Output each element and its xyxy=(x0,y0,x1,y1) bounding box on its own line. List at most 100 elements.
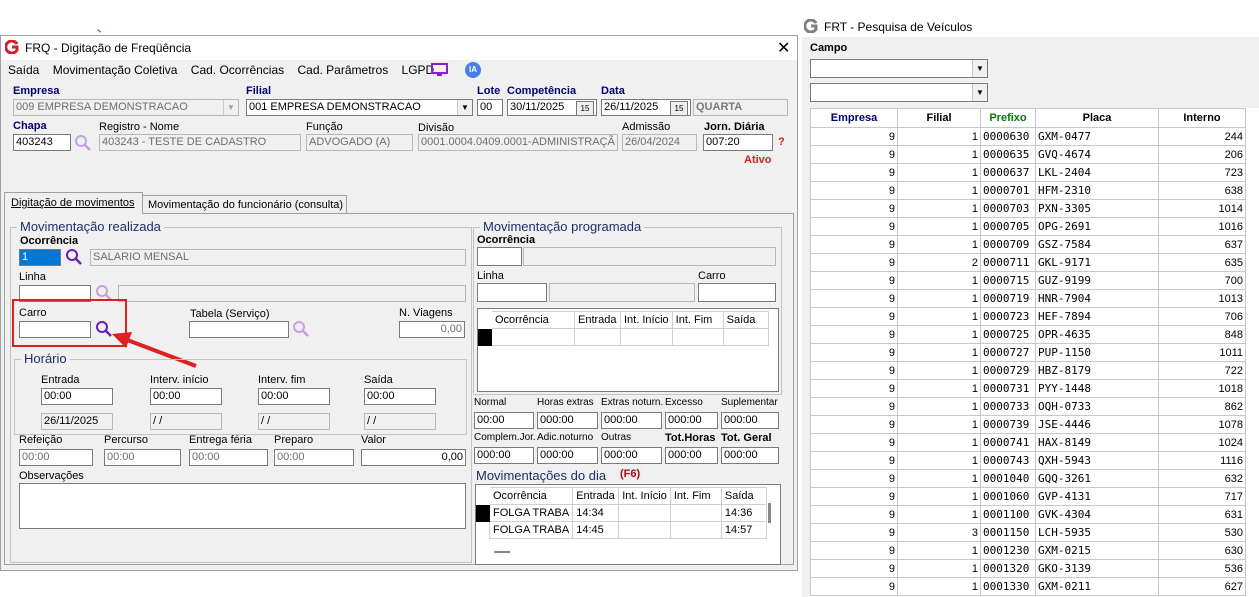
scrollbar[interactable] xyxy=(768,503,771,523)
table-cell[interactable]: 1 xyxy=(897,145,981,164)
observacoes-textarea[interactable] xyxy=(19,483,466,529)
table-cell[interactable]: 1 xyxy=(897,433,981,452)
table-cell[interactable]: 9 xyxy=(810,253,898,272)
table-cell[interactable]: 0001320 xyxy=(980,559,1036,578)
table-row[interactable]: 9 1 0000723 HEF-7894 706 xyxy=(810,307,1246,326)
table-row[interactable]: 9 1 0001330 GXM-0211 627 xyxy=(810,577,1246,596)
table-cell[interactable]: 9 xyxy=(810,325,898,344)
table-cell[interactable]: 1 xyxy=(897,379,981,398)
table-cell[interactable]: 637 xyxy=(1158,235,1246,254)
table-cell[interactable]: 9 xyxy=(810,415,898,434)
table-cell[interactable]: HEF-7894 xyxy=(1035,307,1159,326)
table-cell[interactable]: GXM-0215 xyxy=(1035,541,1159,560)
percurso-input[interactable]: 00:00 xyxy=(104,449,181,466)
calendar-icon[interactable]: 15 xyxy=(670,101,688,115)
table-cell[interactable] xyxy=(671,328,724,346)
table-cell[interactable]: 9 xyxy=(810,181,898,200)
table-cell[interactable]: HBZ-8179 xyxy=(1035,361,1159,380)
data-input[interactable]: 26/11/2025 15 xyxy=(601,99,691,116)
search-icon[interactable] xyxy=(65,248,83,266)
table-cell[interactable]: 9 xyxy=(810,379,898,398)
dia-col-entrada[interactable]: Entrada xyxy=(572,487,620,505)
tab-digitacao[interactable]: Digitação de movimentos xyxy=(4,192,143,214)
jornada-input[interactable]: 007:20 xyxy=(703,134,773,151)
table-cell[interactable] xyxy=(620,328,673,346)
table-cell[interactable]: 9 xyxy=(810,541,898,560)
menu-cad-parametros[interactable]: Cad. Parâmetros xyxy=(298,63,389,77)
table-cell[interactable]: 1 xyxy=(897,343,981,362)
table-cell[interactable]: 14:36 xyxy=(720,504,767,522)
valor-input[interactable]: 0,00 xyxy=(361,449,466,466)
table-cell[interactable]: 0000723 xyxy=(980,307,1036,326)
table-cell[interactable]: PXN-3305 xyxy=(1035,199,1159,218)
table-cell[interactable]: 9 xyxy=(810,577,898,596)
table-cell[interactable]: 9 xyxy=(810,235,898,254)
table-row[interactable]: 9 1 0000725 OPR-4635 848 xyxy=(810,325,1246,344)
table-cell[interactable]: 0000715 xyxy=(980,271,1036,290)
table-cell[interactable]: 1 xyxy=(897,307,981,326)
table-cell[interactable]: 0000637 xyxy=(980,163,1036,182)
table-cell[interactable]: 1 xyxy=(897,559,981,578)
table-cell[interactable]: 244 xyxy=(1158,127,1246,146)
saida-input[interactable]: 00:00 xyxy=(364,388,436,405)
filial-select[interactable]: 001 EMPRESA DEMONSTRACAO ▼ xyxy=(246,99,473,116)
close-icon[interactable]: ✕ xyxy=(777,38,790,58)
table-cell[interactable]: 638 xyxy=(1158,181,1246,200)
chapa-input[interactable]: 403243 xyxy=(13,134,71,151)
table-cell[interactable]: 1116 xyxy=(1158,451,1246,470)
table-row[interactable]: 9 1 0001040 GQQ-3261 632 xyxy=(810,469,1246,488)
table-row[interactable]: 9 1 0000741 HAX-8149 1024 xyxy=(810,433,1246,452)
table-cell[interactable]: 0000705 xyxy=(980,217,1036,236)
table-cell[interactable]: 0000703 xyxy=(980,199,1036,218)
table-cell[interactable]: JSE-4446 xyxy=(1035,415,1159,434)
table-cell[interactable]: 0001100 xyxy=(980,505,1036,524)
prog-carro-input[interactable] xyxy=(698,283,776,302)
table-row[interactable]: 9 3 0001150 LCH-5935 530 xyxy=(810,523,1246,542)
table-cell[interactable]: 700 xyxy=(1158,271,1246,290)
prog-col-int-fim[interactable]: Int. Fim xyxy=(671,311,724,329)
table-cell[interactable] xyxy=(491,328,575,346)
table-cell[interactable] xyxy=(669,504,722,522)
viagens-input[interactable]: 0,00 xyxy=(399,321,465,338)
table-cell[interactable]: 9 xyxy=(810,451,898,470)
table-cell[interactable]: 1 xyxy=(897,577,981,596)
table-cell[interactable]: OPR-4635 xyxy=(1035,325,1159,344)
prog-ocorrencia-input[interactable] xyxy=(477,247,522,266)
table-row[interactable]: FOLGA TRABA 14:34 14:36 xyxy=(476,504,767,522)
table-cell[interactable]: 0000741 xyxy=(980,433,1036,452)
table-cell[interactable]: 2 xyxy=(897,253,981,272)
table-row[interactable]: 9 1 0000727 PUP-1150 1011 xyxy=(810,343,1246,362)
table-row[interactable]: 9 1 0000731 PYY-1448 1018 xyxy=(810,379,1246,398)
table-row[interactable]: 9 1 0000701 HFM-2310 638 xyxy=(810,181,1246,200)
interv-inicio-input[interactable]: 00:00 xyxy=(150,388,222,405)
table-row[interactable]: 9 1 0000739 JSE-4446 1078 xyxy=(810,415,1246,434)
table-cell[interactable]: 0000727 xyxy=(980,343,1036,362)
table-cell[interactable]: 1 xyxy=(897,127,981,146)
tabela-input[interactable] xyxy=(189,321,289,338)
table-cell[interactable]: 1013 xyxy=(1158,289,1246,308)
table-cell[interactable]: GXM-0211 xyxy=(1035,577,1159,596)
table-cell[interactable]: 1 xyxy=(897,217,981,236)
table-cell[interactable]: 9 xyxy=(810,505,898,524)
table-cell[interactable]: HFM-2310 xyxy=(1035,181,1159,200)
table-cell[interactable]: FOLGA TRABA xyxy=(488,521,574,539)
prog-col-entrada[interactable]: Entrada xyxy=(574,311,621,329)
table-cell[interactable]: 0000725 xyxy=(980,325,1036,344)
chevron-down-icon[interactable]: ▼ xyxy=(223,100,238,115)
table-cell[interactable]: 0000635 xyxy=(980,145,1036,164)
table-cell[interactable]: 1 xyxy=(897,505,981,524)
menu-lgpd[interactable]: LGPD xyxy=(402,63,435,77)
preparo-input[interactable]: 00:00 xyxy=(274,449,354,466)
table-cell[interactable]: OPG-2691 xyxy=(1035,217,1159,236)
col-empresa[interactable]: Empresa xyxy=(810,108,898,128)
table-cell[interactable]: 0000739 xyxy=(980,415,1036,434)
table-cell[interactable] xyxy=(574,328,621,346)
table-row[interactable]: 9 1 0000743 QXH-5943 1116 xyxy=(810,451,1246,470)
table-cell[interactable]: 9 xyxy=(810,361,898,380)
menu-saida[interactable]: Saída xyxy=(8,63,39,77)
table-cell[interactable]: 848 xyxy=(1158,325,1246,344)
table-cell[interactable]: 9 xyxy=(810,433,898,452)
table-row[interactable]: 9 1 0001100 GVK-4304 631 xyxy=(810,505,1246,524)
table-row[interactable]: 9 1 0000705 OPG-2691 1016 xyxy=(810,217,1246,236)
table-cell[interactable]: 0001150 xyxy=(980,523,1036,542)
